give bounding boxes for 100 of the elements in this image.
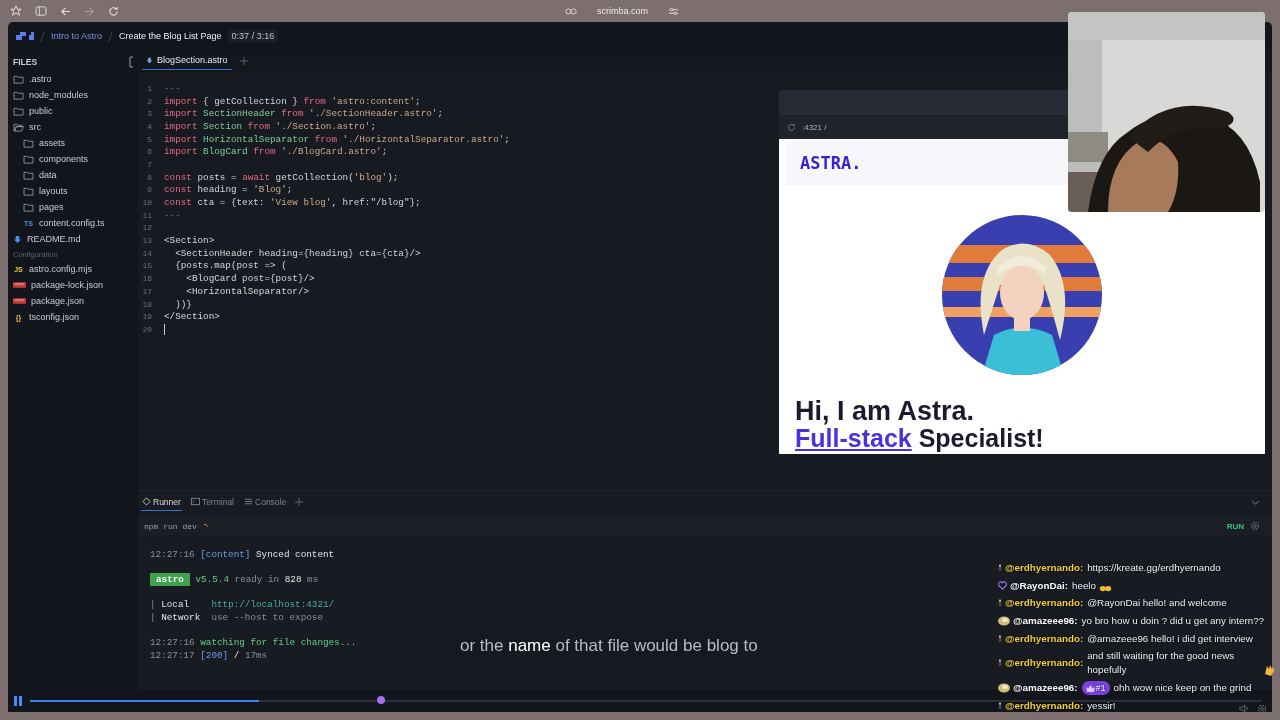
chat-username[interactable]: @erdhyernando: [1005,561,1084,575]
file-item[interactable]: public [13,103,53,119]
file-tab[interactable]: BlogSection.astro [142,52,232,70]
folder-icon [23,138,34,148]
panel-tab[interactable]: Runner [141,493,182,511]
avatar-icon [998,701,1002,710]
separator-icon [40,30,45,42]
chat-username[interactable]: @erdhyernando: [1005,596,1084,611]
message-text: @amazeee96 hello! i did get interview [1087,631,1253,646]
panel-tab[interactable]: Console [243,493,288,511]
settings-icon[interactable] [1250,521,1260,531]
avatar-icon [998,599,1002,608]
line-number: 4 [146,121,152,131]
sidebar-icon[interactable] [35,6,47,16]
folder-icon [13,106,24,116]
chat-username[interactable]: @amazeee96: [1013,614,1078,629]
message-text: heelo [1072,578,1096,593]
clap-emoji-icon [1263,664,1275,677]
line-number: 15 [141,261,152,271]
file-item[interactable]: README.md [13,231,81,247]
code-line: <BlogCard post={post}/> [185,273,315,285]
file-item[interactable]: .astro [13,71,52,87]
code-line: const heading = 'Blog'; [164,184,293,196]
code-line: --- [164,82,181,94]
avatar-icon [998,634,1002,643]
file-item[interactable]: src [13,119,41,135]
collapse-icon[interactable] [129,56,134,68]
site-logo[interactable]: ASTRA. [800,153,862,173]
line-number: 18 [141,299,152,309]
line-number: 6 [146,147,152,157]
hands-emoji-icon [1099,584,1112,592]
volume-icon[interactable] [1239,703,1249,713]
file-item[interactable]: package.json [13,293,85,309]
code-line: <HorizontalSeparator/> [185,285,310,297]
line-number: 10 [141,198,152,208]
folder-icon [23,186,34,196]
log-line: | Local http://localhost:4321/ [150,599,335,613]
folder-icon [23,170,34,180]
package-icon [13,282,26,288]
reload-icon[interactable] [787,122,796,132]
run-button[interactable]: RUN [1226,521,1244,531]
log-line: 12:27:16 [content] Synced content [150,549,335,562]
file-item[interactable]: components [23,151,89,167]
line-number: 7 [146,159,152,169]
file-item[interactable]: node_modules [13,87,89,103]
avatar-icon [998,564,1002,572]
chat-username[interactable]: @erdhyernando: [1005,656,1084,671]
chat-username[interactable]: @erdhyernando: [1005,698,1084,713]
download-icon [146,56,153,64]
package-icon [13,298,26,304]
line-number: 8 [146,172,152,182]
download-icon [13,234,22,244]
avatar-icon [998,659,1002,668]
file-item[interactable]: assets [23,135,65,151]
line-number: 3 [146,109,152,119]
settings-icon[interactable] [1257,703,1267,714]
line-number: 12 [141,223,152,233]
line-number: 20 [141,324,152,334]
pause-button[interactable] [14,696,22,706]
chat-username[interactable]: @RayonDai: [1010,578,1068,593]
line-number: 17 [141,286,152,296]
back-icon[interactable] [60,5,71,17]
line-number: 9 [146,185,152,195]
code-line: const posts = await getCollection('blog'); [164,171,399,183]
log-line: astro v5.5.4 ready in 828 ms [150,574,319,587]
file-item[interactable]: layouts [23,183,68,199]
add-tab-icon[interactable] [239,57,248,65]
forward-icon[interactable] [84,5,95,17]
message-text: @RayonDai hello! and welcome [1087,596,1227,611]
file-item[interactable]: pages [23,199,64,215]
chat-username[interactable]: @amazeee96: [1013,681,1078,696]
file-item[interactable]: data [23,167,57,183]
panel-tab[interactable]: Terminal [189,493,235,511]
file-item[interactable]: package-lock.json [13,277,104,293]
chat-username[interactable]: @erdhyernando: [1005,631,1084,646]
files-heading: FILES [13,57,38,67]
folder-icon [23,154,34,164]
scrimba-logo-icon[interactable] [16,32,34,40]
code-line: import BlogCard from './BlogCard.astro'; [164,146,388,158]
line-number: 19 [141,312,152,322]
chevron-down-icon[interactable] [1251,499,1260,505]
line-number: 1 [146,83,152,93]
folder-icon [13,90,24,100]
line-number: 13 [141,236,152,246]
message-text: and still waiting for the good news hopefully [1087,649,1236,678]
link-icon[interactable] [565,7,577,15]
open-folder-icon [13,122,24,132]
address-text[interactable]: :4321 / [802,122,827,132]
code-line: <Section> [164,235,215,247]
rank-badge: #1 [1081,681,1110,696]
heart-icon [998,581,1007,591]
code-line: </Section> [164,311,220,323]
add-tab-icon[interactable] [295,498,304,506]
browser-logo-icon[interactable] [10,5,22,17]
marker-icon[interactable] [377,696,386,704]
address-text[interactable]: scrimba.com [597,6,648,16]
line-number: 16 [141,274,152,284]
code-line: <SectionHeader heading={heading} cta={cta}/> [174,247,421,259]
course-link[interactable]: Intro to Astro [51,31,103,41]
sliders-icon[interactable] [668,6,679,16]
